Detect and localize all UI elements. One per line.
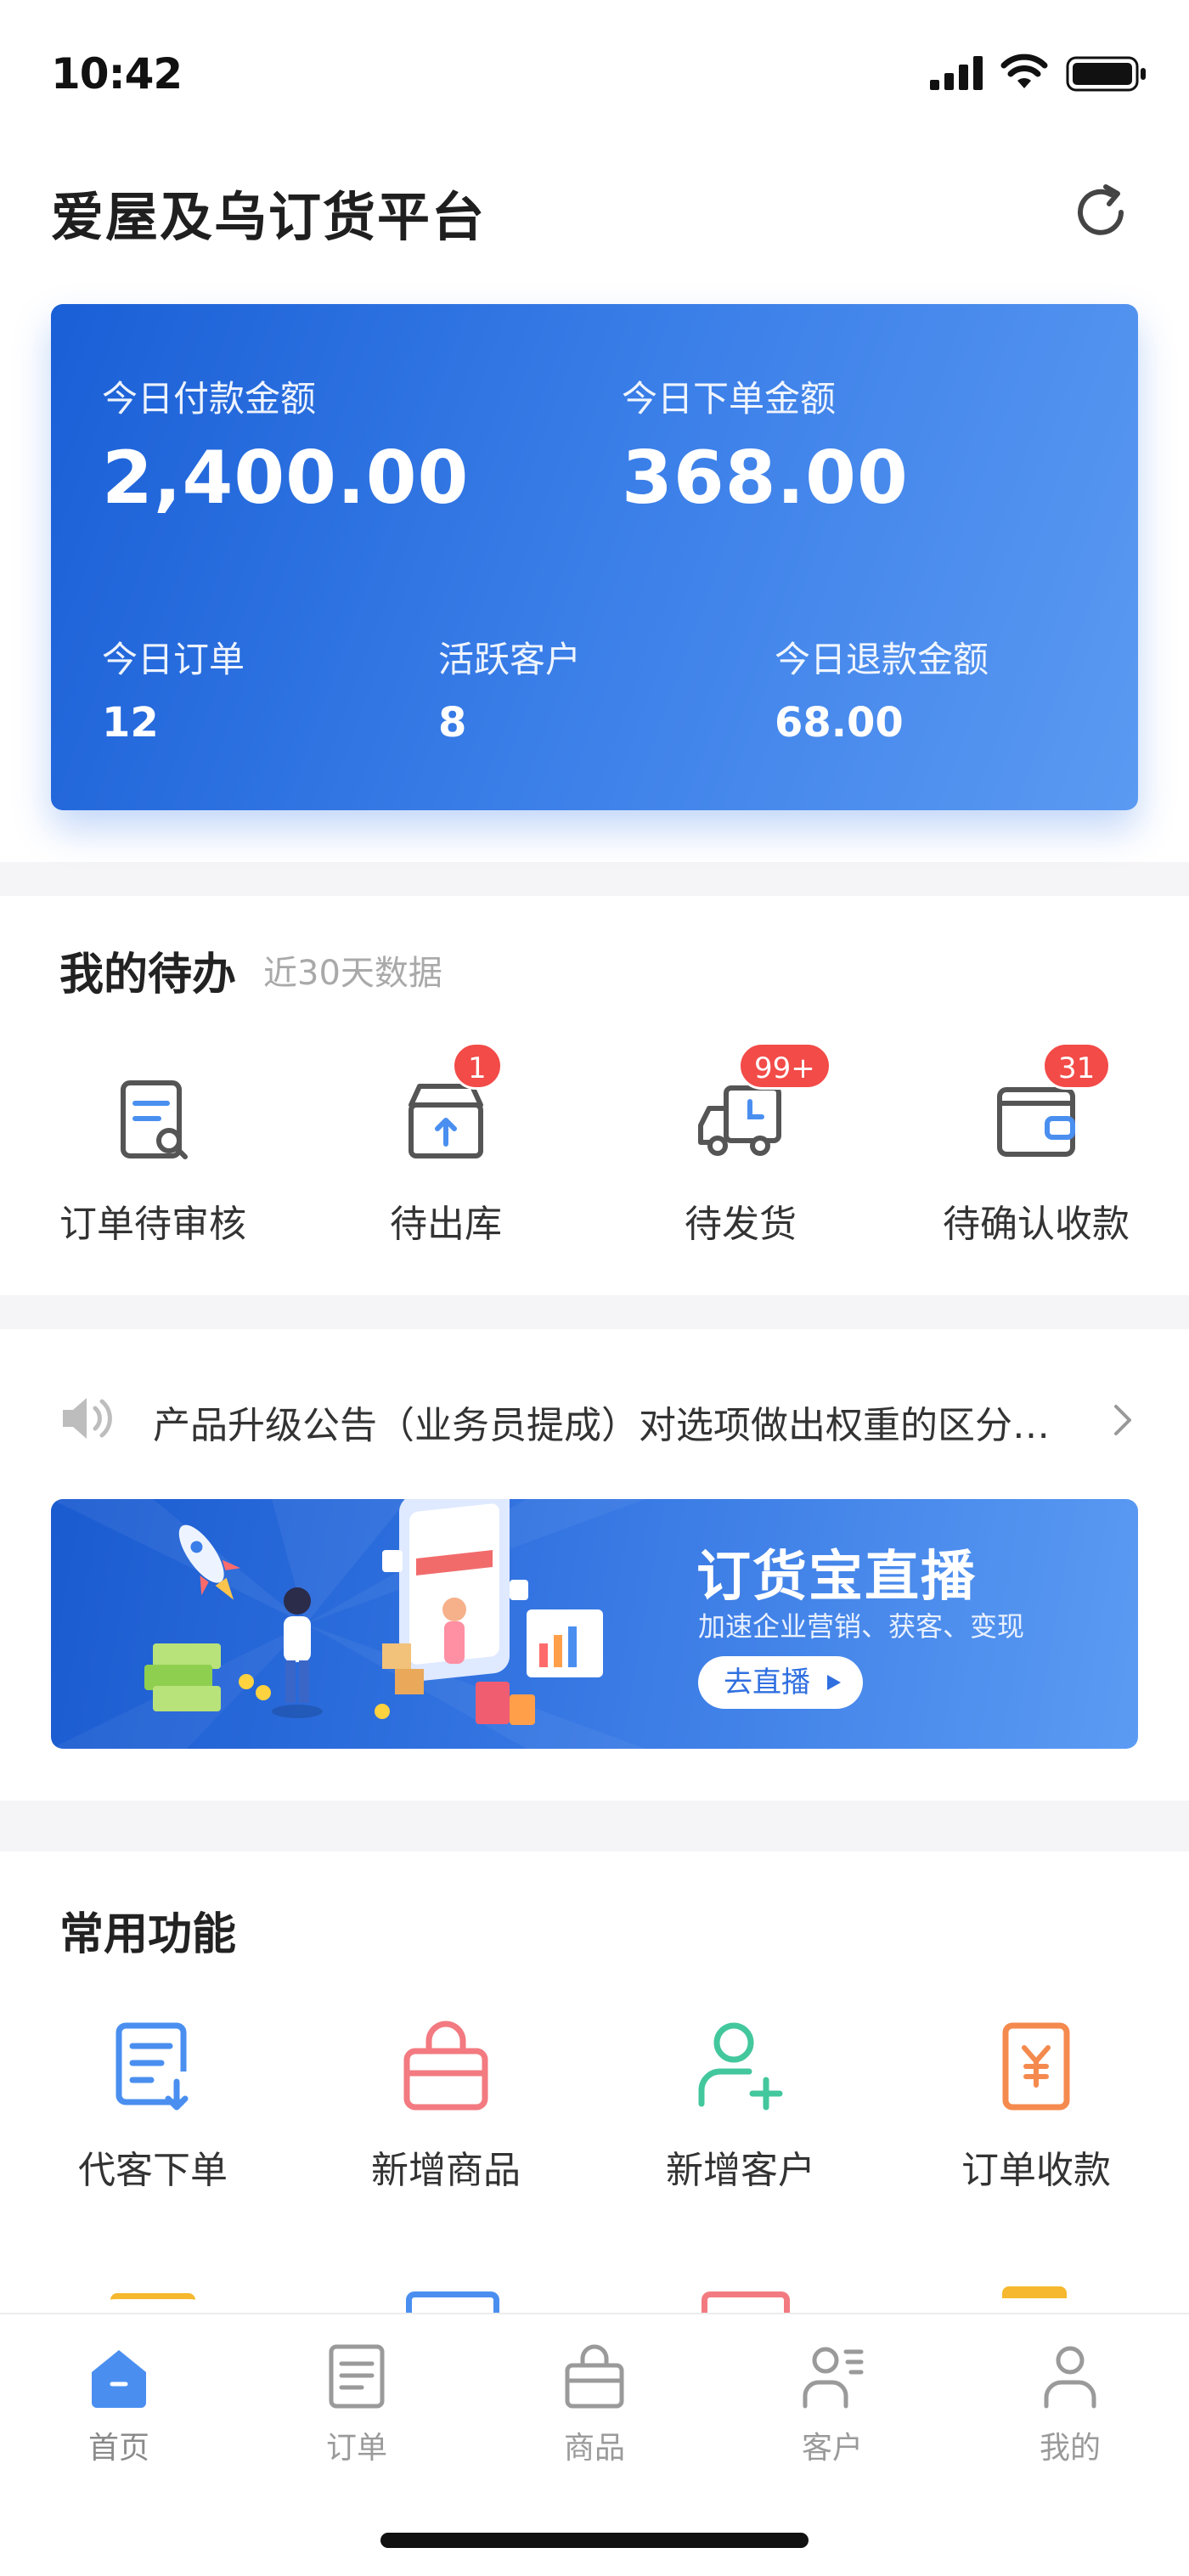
- function-label: 订单收款: [961, 2149, 1111, 2192]
- tab-label: 商品: [563, 2431, 625, 2466]
- tab-orders[interactable]: 订单: [238, 2340, 476, 2467]
- home-icon: [83, 2340, 155, 2411]
- pay-amount-label: 今日付款金额: [102, 378, 317, 420]
- function-order-payment[interactable]: 订单收款: [909, 2017, 1164, 2194]
- refresh-icon[interactable]: [1067, 178, 1135, 246]
- chevron-right-icon: [1114, 1405, 1131, 1435]
- battery-icon: [1066, 56, 1146, 92]
- order-review-icon: [106, 1074, 200, 1168]
- status-time: 10:42: [51, 49, 183, 99]
- todo-pending-shipment[interactable]: 99+ 待发货: [613, 1042, 868, 1248]
- goods-icon: [559, 2340, 630, 2411]
- todo-pending-outbound[interactable]: 1 待出库: [318, 1042, 573, 1248]
- function-label: 新增客户: [666, 2149, 815, 2192]
- go-live-button[interactable]: 去直播: [698, 1656, 863, 1709]
- order-icon: [321, 2340, 392, 2411]
- orders-value: 12: [102, 699, 159, 747]
- payment-badge: 31: [1042, 1042, 1112, 1090]
- banner-title: 订货宝直播: [696, 1546, 977, 1609]
- tab-label: 订单: [325, 2431, 387, 2466]
- yen-receipt-icon: [985, 2017, 1087, 2119]
- refund-amount-label: 今日退款金额: [775, 639, 989, 680]
- todo-section: 我的待办 近30天数据 订单待审核 1 待出库 99+ 待发货 31 待确认收款: [0, 896, 1189, 1295]
- todo-pending-payment[interactable]: 31 待确认收款: [909, 1042, 1164, 1248]
- home-indicator[interactable]: [380, 2533, 809, 2548]
- add-user-icon: [690, 2017, 792, 2119]
- speaker-icon: [63, 1398, 112, 1439]
- todo-label: 待出库: [390, 1203, 502, 1246]
- tab-customers[interactable]: 客户: [713, 2340, 951, 2467]
- stats-card[interactable]: 今日付款金额 2,400.00 今日下单金额 368.00 今日订单 12 活跃…: [51, 304, 1138, 810]
- outbound-badge: 1: [452, 1042, 503, 1090]
- active-customers-label: 活跃客户: [438, 639, 582, 680]
- truck-icon: 99+: [694, 1042, 831, 1168]
- todo-label: 订单待审核: [59, 1203, 246, 1246]
- place-order-icon: [102, 2017, 204, 2119]
- todo-title: 我的待办: [59, 950, 237, 1001]
- page-title: 爱屋及乌订货平台: [51, 186, 487, 248]
- tab-home[interactable]: 首页: [0, 2340, 238, 2467]
- functions-section: 常用功能 代客下单 新增商品 新增客户 订单收款: [0, 1852, 1189, 2323]
- go-live-label: 去直播: [724, 1666, 810, 1699]
- box-out-icon: 1: [399, 1042, 503, 1168]
- todo-order-review[interactable]: 订单待审核: [25, 1074, 280, 1248]
- todo-subtitle: 近30天数据: [263, 954, 442, 993]
- function-add-product[interactable]: 新增商品: [318, 2017, 573, 2194]
- orders-label: 今日订单: [102, 639, 245, 680]
- order-amount-label: 今日下单金额: [622, 378, 837, 420]
- customer-icon: [797, 2340, 868, 2411]
- wallet-icon: 31: [989, 1042, 1112, 1168]
- pay-amount-value: 2,400.00: [102, 436, 470, 521]
- order-amount-value: 368.00: [622, 436, 909, 521]
- active-customers-value: 8: [438, 699, 467, 747]
- tab-profile[interactable]: 我的: [951, 2340, 1189, 2467]
- function-label: 新增商品: [371, 2149, 521, 2192]
- tab-label: 我的: [1039, 2431, 1101, 2466]
- profile-icon: [1034, 2340, 1106, 2411]
- function-label: 代客下单: [78, 2149, 228, 2192]
- todo-label: 待确认收款: [943, 1203, 1130, 1246]
- refund-amount-value: 68.00: [775, 699, 904, 747]
- function-place-order[interactable]: 代客下单: [25, 2017, 280, 2194]
- notice-bar[interactable]: 产品升级公告（业务员提成）对选项做出权重的区分…: [51, 1376, 1138, 1461]
- tab-goods[interactable]: 商品: [476, 2340, 713, 2467]
- function-add-customer[interactable]: 新增客户: [613, 2017, 868, 2194]
- tab-label: 首页: [87, 2431, 149, 2466]
- functions-title: 常用功能: [59, 1909, 237, 1960]
- cellular-signal-icon: [930, 56, 983, 90]
- tab-label: 客户: [801, 2431, 863, 2466]
- play-icon: [827, 1675, 841, 1690]
- live-banner[interactable]: 订货宝直播 加速企业营销、获客、变现 去直播: [51, 1499, 1138, 1749]
- shopping-bag-icon: [395, 2017, 497, 2119]
- wifi-icon: [1000, 54, 1048, 88]
- todo-label: 待发货: [685, 1203, 797, 1246]
- notice-text: 产品升级公告（业务员提成）对选项做出权重的区分…: [153, 1404, 1050, 1447]
- banner-subtitle: 加速企业营销、获客、变现: [698, 1610, 1025, 1643]
- shipment-badge: 99+: [738, 1042, 831, 1090]
